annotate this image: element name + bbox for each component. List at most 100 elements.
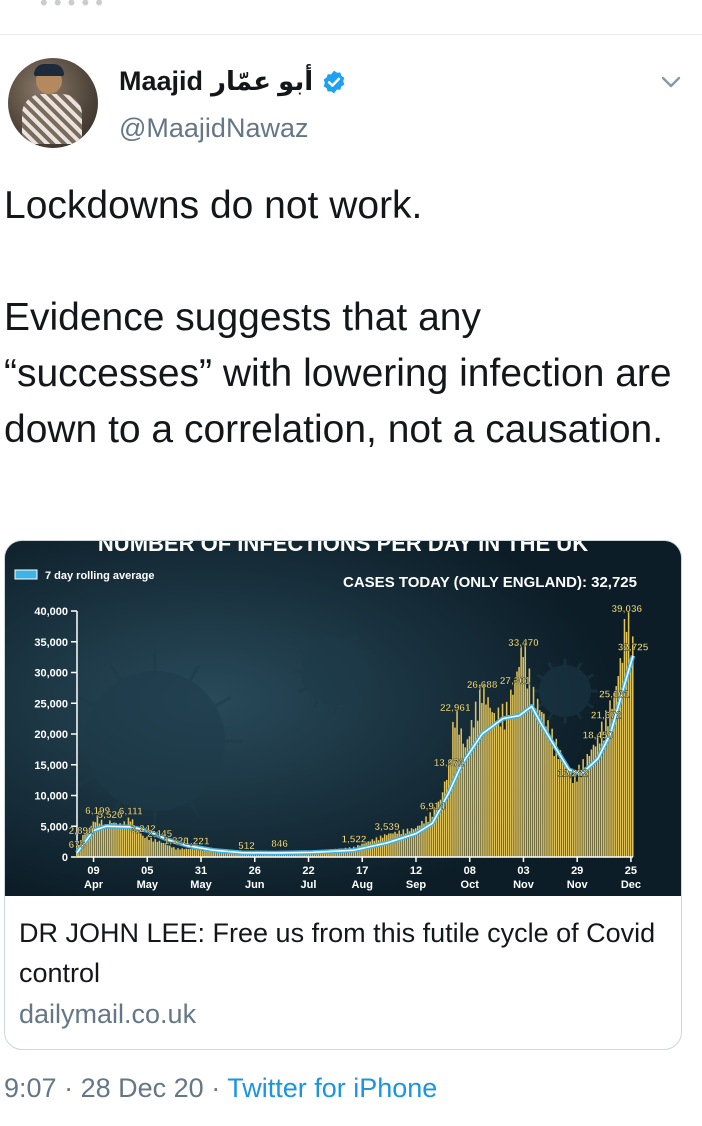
bar [381, 837, 384, 857]
meta-separator: · [211, 1073, 221, 1103]
author-name-arabic[interactable]: أبو عمّار [211, 66, 313, 97]
bar [516, 671, 518, 857]
bar [140, 833, 142, 857]
x-tick-label: May [190, 879, 212, 891]
bar [158, 840, 161, 857]
x-tick-label: 12 [410, 865, 422, 877]
bar [193, 849, 196, 857]
tweet-paragraph: Evidence suggests that any “successes” w… [4, 296, 672, 451]
bar [454, 727, 456, 857]
bar [104, 824, 107, 857]
bar [392, 833, 394, 857]
bar [580, 777, 582, 857]
bar [493, 712, 496, 857]
y-tick-label: 0 [62, 852, 68, 864]
x-tick-label: Oct [461, 879, 480, 891]
bar [495, 721, 498, 857]
bar [555, 738, 558, 857]
bar [144, 837, 146, 857]
bar [369, 841, 372, 857]
chart-title: NUMBER OF INFECTIONS PER DAY IN THE UK [98, 541, 588, 556]
bar [154, 839, 157, 857]
bar [538, 710, 541, 857]
bar [199, 849, 202, 857]
y-tick-label: 30,000 [34, 668, 68, 680]
bar [117, 824, 119, 857]
legend-label: 7 day rolling average [45, 570, 154, 582]
bar [483, 683, 485, 857]
data-label: 12,282 [558, 768, 589, 779]
data-label: 3,539 [375, 822, 400, 833]
tweet-meta: 9:07 · 28 Dec 20 · Twitter for iPhone [4, 1073, 437, 1104]
data-label: 22,961 [440, 703, 471, 714]
tweet-source-link[interactable]: Twitter for iPhone [227, 1073, 437, 1103]
virus-body [301, 637, 369, 705]
bar [179, 849, 181, 857]
tweet-text: Lockdowns do not work. Evidence suggests… [4, 178, 694, 458]
card-title[interactable]: DR JOHN LEE: Free us from this futile cy… [19, 913, 669, 993]
bar [501, 703, 504, 857]
tweet-time[interactable]: 9:07 [4, 1073, 57, 1103]
tweet-date[interactable]: 28 Dec 20 [81, 1073, 204, 1103]
bar [127, 817, 130, 857]
y-tick-label: 35,000 [34, 637, 68, 649]
bar [168, 845, 171, 857]
x-tick-label: 08 [464, 865, 476, 877]
avatar[interactable] [8, 58, 98, 148]
bar [150, 837, 152, 857]
author-handle[interactable]: @MaajidNawaz [119, 113, 308, 144]
bar [574, 771, 576, 857]
meta-separator: · [64, 1073, 74, 1103]
bar [576, 781, 578, 857]
data-label: 1,522 [341, 835, 366, 846]
chevron-down-icon[interactable] [660, 74, 682, 90]
bar [160, 842, 163, 857]
bar [173, 847, 175, 857]
bar [547, 720, 549, 857]
bar [406, 828, 409, 857]
bar [458, 734, 460, 857]
x-tick-label: 31 [195, 865, 207, 877]
data-label: 26,688 [467, 680, 498, 691]
bar [551, 728, 553, 857]
card-domain[interactable]: dailymail.co.uk [19, 999, 196, 1030]
data-label: 6,914 [420, 801, 445, 812]
avatar-photo-icon [22, 94, 82, 144]
bar [499, 726, 502, 857]
bar [148, 840, 150, 857]
card-image[interactable]: NUMBER OF INFECTIONS PER DAY IN THE UK 7… [5, 541, 681, 896]
bar [623, 618, 626, 857]
bar [443, 781, 446, 857]
x-tick-label: Jun [245, 879, 265, 891]
virus-body [85, 671, 225, 811]
bar [94, 822, 97, 857]
data-label: 846 [271, 839, 288, 850]
bar [388, 833, 390, 857]
bar [528, 668, 531, 857]
author-name[interactable]: Maajid [119, 66, 203, 97]
author-name-row[interactable]: Maajid أبو عمّار [119, 66, 347, 97]
x-tick-label: 17 [356, 865, 368, 877]
bar [202, 850, 204, 857]
y-tick-label: 20,000 [34, 729, 68, 741]
bar [619, 658, 622, 857]
bar [394, 831, 396, 857]
data-label: 21,672 [591, 711, 622, 722]
bar [588, 755, 591, 857]
y-tick-label: 10,000 [34, 791, 68, 803]
bar [166, 845, 169, 857]
x-tick-label: 22 [302, 865, 314, 877]
bar [603, 740, 605, 857]
bar [398, 830, 400, 857]
x-tick-label: Nov [513, 879, 535, 891]
bar [402, 829, 405, 857]
bar [505, 701, 508, 857]
x-tick-label: 03 [517, 865, 529, 877]
bar [487, 697, 489, 857]
bar [106, 826, 109, 857]
bar [481, 703, 483, 857]
bar [191, 848, 194, 857]
bar [549, 741, 551, 857]
link-card[interactable]: NUMBER OF INFECTIONS PER DAY IN THE UK 7… [4, 540, 682, 1050]
data-label: 6,111 [119, 806, 143, 817]
